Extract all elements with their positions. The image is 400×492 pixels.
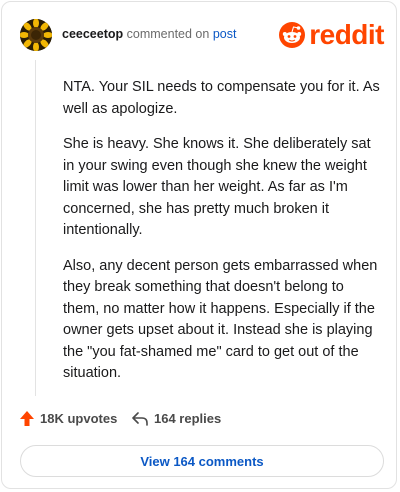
reply-arrow-icon: [132, 411, 148, 426]
reddit-snoo-icon: [279, 22, 306, 48]
comment-header: ceeceetop commented on post reddit: [20, 19, 384, 51]
upvote-button[interactable]: 18K upvotes: [20, 411, 117, 426]
action-text: commented on: [126, 27, 210, 41]
reply-count: 164 replies: [154, 411, 222, 426]
comment-paragraph-1: NTA. Your SIL needs to compensate you fo…: [63, 79, 380, 117]
comment-actions: 18K upvotes 164 replies: [20, 411, 380, 431]
upvote-count: 18K upvotes: [40, 411, 118, 426]
comment-meta: ceeceetop commented on post: [62, 27, 236, 41]
thread-line: [35, 60, 36, 396]
view-comments-button[interactable]: View 164 comments: [20, 445, 384, 477]
comment-paragraph-2: She is heavy. She knows it. She delibera…: [63, 136, 371, 238]
sunflower-avatar-icon: [20, 19, 52, 51]
post-link[interactable]: post: [213, 27, 237, 41]
reddit-logo[interactable]: reddit: [279, 20, 384, 50]
comment-body: NTA. Your SIL needs to compensate you fo…: [63, 77, 383, 399]
reddit-wordmark: reddit: [309, 19, 384, 50]
comment-paragraph-3: Also, any decent person gets embarrassed…: [63, 257, 378, 382]
upvote-arrow-icon: [20, 411, 34, 426]
comment-card: ceeceetop commented on post reddit NTA. …: [1, 1, 397, 489]
avatar[interactable]: [20, 19, 52, 51]
username[interactable]: ceeceetop: [62, 27, 123, 41]
reply-button[interactable]: 164 replies: [132, 411, 221, 426]
